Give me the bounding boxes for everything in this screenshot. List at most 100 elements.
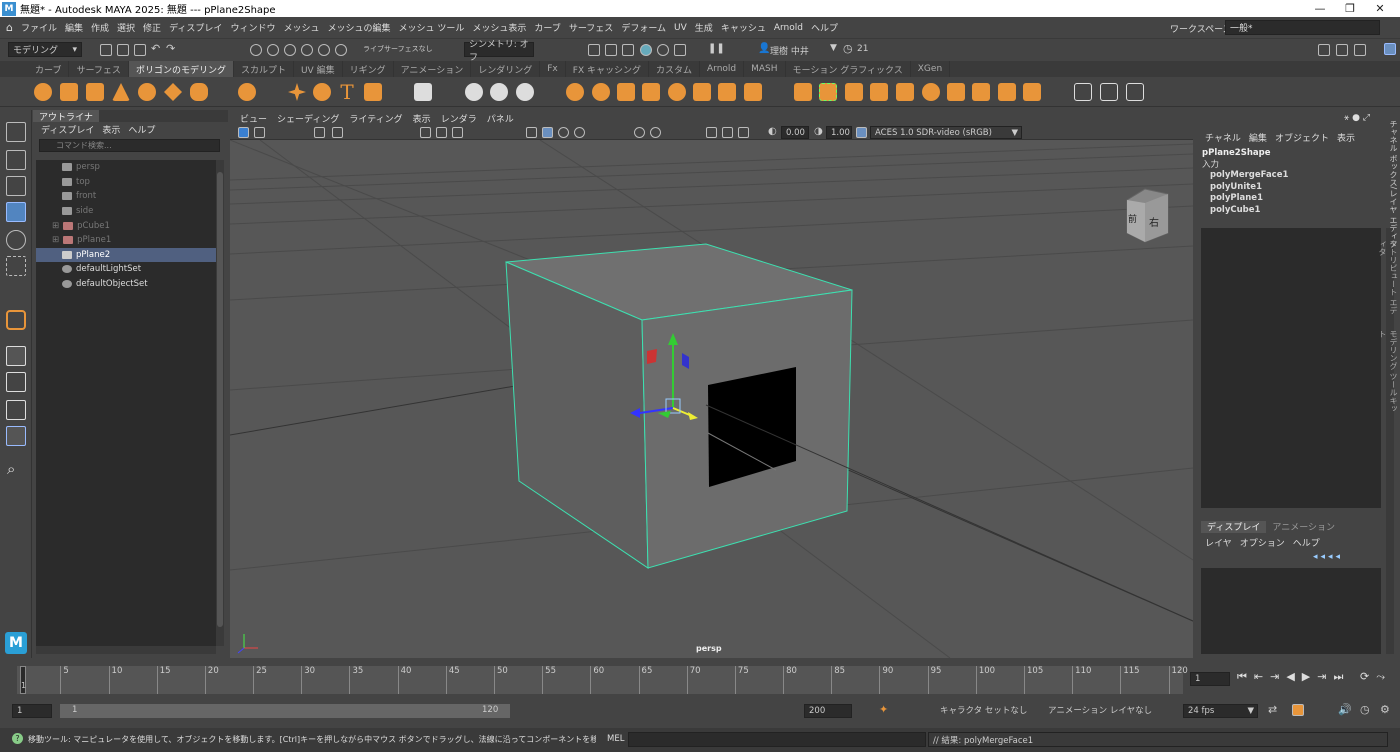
collapse-icon[interactable]	[998, 83, 1016, 101]
sound-icon[interactable]: 🔊	[1338, 703, 1352, 716]
arnold-render-icon[interactable]	[657, 44, 669, 56]
exposure-field[interactable]: 0.00	[781, 126, 809, 139]
menu-cache[interactable]: キャッシュ	[721, 21, 766, 34]
connect-icon[interactable]	[972, 83, 990, 101]
single-perspective-layout-icon[interactable]	[6, 346, 26, 366]
move-tool-icon[interactable]	[6, 202, 26, 222]
menu-window[interactable]: ウィンドウ	[230, 21, 275, 34]
viewport-menu-panels[interactable]: パネル	[487, 112, 514, 125]
list-item[interactable]: front	[36, 189, 216, 204]
colorspace-dropdown[interactable]: ACES 1.0 SDR-video (sRGB) ▼	[870, 126, 1022, 139]
pause-icon[interactable]: ❚❚	[708, 43, 725, 54]
playback-speed-icon[interactable]: ◷	[1360, 703, 1370, 716]
current-frame-field[interactable]: 1	[1190, 672, 1230, 686]
super-shape-icon[interactable]	[288, 83, 306, 101]
isolate-select-icon[interactable]	[706, 127, 717, 138]
menu-help[interactable]: ヘルプ	[811, 21, 838, 34]
shelf-tab-surfaces[interactable]: サーフェス	[69, 61, 129, 77]
shelf-tab-arnold[interactable]: Arnold	[700, 61, 745, 77]
frame-selection-icon[interactable]	[722, 127, 733, 138]
menu-file[interactable]: ファイル	[21, 21, 57, 34]
tab-animation-layers[interactable]: アニメーション	[1266, 520, 1341, 533]
select-tool-icon[interactable]	[6, 122, 26, 142]
list-item[interactable]: defaultLightSet	[36, 262, 216, 277]
smooth-icon[interactable]	[617, 83, 635, 101]
menu-mesh-display[interactable]: メッシュ表示	[472, 21, 526, 34]
channelbox-menu-object[interactable]: オブジェクト	[1275, 131, 1329, 144]
input-node[interactable]: polyUnite1	[1210, 182, 1382, 194]
symmetry-dropdown[interactable]: シンメトリ: オフ	[464, 40, 534, 63]
viewport-menu-lighting[interactable]: ライティング	[349, 112, 402, 125]
shelf-tab-animation[interactable]: アニメーション	[394, 61, 472, 77]
grid-icon[interactable]	[420, 127, 431, 138]
pen-tool-icon[interactable]	[1074, 83, 1092, 101]
poly-torus-icon[interactable]	[138, 83, 156, 101]
poly-type-icon[interactable]: T	[338, 82, 356, 102]
safe-frame-icon[interactable]	[738, 127, 749, 138]
sweep-mesh-icon[interactable]	[313, 83, 331, 101]
animation-end-field[interactable]: 200	[804, 704, 852, 718]
menu-modify[interactable]: 修正	[143, 21, 161, 34]
gamma-field[interactable]: 1.00	[826, 126, 852, 139]
shelf-tab-rigging[interactable]: リギング	[343, 61, 394, 77]
render-view-icon[interactable]	[674, 44, 686, 56]
hypershade-icon[interactable]	[640, 44, 652, 56]
bevel-icon[interactable]	[845, 83, 863, 101]
toggle-panel-icon[interactable]	[1354, 44, 1366, 56]
shelf-tab-rendering[interactable]: レンダリング	[471, 61, 541, 77]
list-item[interactable]: side	[36, 204, 216, 219]
menu-display[interactable]: ディスプレイ	[169, 21, 222, 34]
select-by-object-icon[interactable]	[267, 44, 279, 56]
quad-draw-icon[interactable]	[1023, 83, 1041, 101]
list-item[interactable]: top	[36, 175, 216, 190]
shelf-tab-fx-caching[interactable]: FX キャッシング	[566, 61, 649, 77]
loop-icon[interactable]: ⇄	[1268, 703, 1277, 716]
lasso-tool-icon[interactable]	[6, 150, 26, 170]
color-management-icon[interactable]	[856, 127, 867, 138]
channelbox-menu-edit[interactable]: 編集	[1249, 131, 1267, 144]
user-name[interactable]: 理樹 中井	[770, 44, 809, 57]
menu-uv[interactable]: UV	[674, 23, 687, 33]
target-weld-icon[interactable]	[947, 83, 965, 101]
boolean-difference-icon[interactable]	[668, 83, 686, 101]
menu-deform[interactable]: デフォーム	[621, 21, 666, 34]
outliner-menu-help[interactable]: ヘルプ	[128, 123, 155, 136]
tab-display-layers[interactable]: ディスプレイ	[1201, 520, 1267, 533]
menu-edit-mesh[interactable]: メッシュの編集	[327, 21, 390, 34]
list-item[interactable]: defaultObjectSet	[36, 277, 216, 292]
render-current-frame-icon[interactable]	[588, 44, 600, 56]
panel-layout-icon[interactable]	[1318, 44, 1330, 56]
expand-icon[interactable]: ⊞	[52, 221, 59, 231]
loop-controls-icon[interactable]: ⟳⤳	[1360, 670, 1392, 684]
shelf-tab-sculpting[interactable]: スカルプト	[234, 61, 294, 77]
undo-icon[interactable]: ↶	[151, 42, 160, 55]
paint-tool-icon[interactable]	[1126, 83, 1144, 101]
live-label[interactable]: ライブ	[363, 44, 384, 54]
rotate-tool-icon[interactable]	[6, 230, 26, 250]
select-by-hierarchy-icon[interactable]	[250, 44, 262, 56]
poly-sphere-icon[interactable]	[34, 83, 52, 101]
layer-menu-help[interactable]: ヘルプ	[1293, 536, 1320, 549]
horizontal-scrollbar[interactable]	[36, 646, 216, 654]
freeze-transform-icon[interactable]	[490, 83, 508, 101]
menu-curves[interactable]: カーブ	[534, 21, 560, 34]
reset-transform-icon[interactable]	[516, 83, 534, 101]
platonic-solid-icon[interactable]	[238, 83, 256, 101]
menu-select[interactable]: 選択	[117, 21, 135, 34]
snap-grid-icon[interactable]	[301, 44, 313, 56]
maya-home-icon[interactable]: M	[5, 632, 27, 654]
expand-icon[interactable]: ⊞	[52, 235, 59, 245]
character-set-label[interactable]: キャラクタ セットなし	[940, 704, 1027, 716]
command-input[interactable]	[628, 732, 926, 747]
xray-joints-icon[interactable]	[650, 127, 661, 138]
tab-outliner[interactable]: アウトライナ	[33, 110, 99, 123]
side-tab-modeling-toolkit[interactable]: モデリング ツールキット	[1378, 330, 1399, 420]
outliner-menu-show[interactable]: 表示	[102, 123, 120, 136]
shelf-tab-mash[interactable]: MASH	[744, 61, 786, 77]
last-tool-icon[interactable]	[6, 310, 26, 330]
resolution-gate-icon[interactable]	[436, 127, 447, 138]
center-pivot-icon[interactable]	[465, 83, 483, 101]
auto-key-icon[interactable]: ✦	[879, 703, 888, 716]
multi-cut-icon[interactable]	[922, 83, 940, 101]
shelf-tab-xgen[interactable]: XGen	[911, 61, 951, 77]
